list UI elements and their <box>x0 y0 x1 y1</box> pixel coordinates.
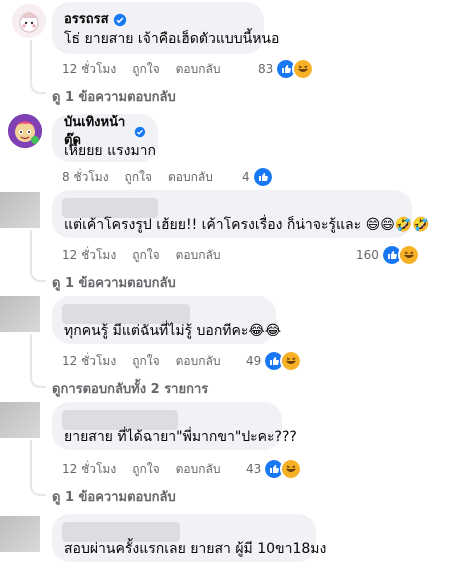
comment-bubble[interactable]: แต่เค้าโครงรูป เฮ้ยย!! เค้าโครงเรื่อง ก็… <box>52 190 430 238</box>
avatar[interactable] <box>0 192 40 228</box>
view-replies-link[interactable]: ดูการตอบกลับทั้ง 2 รายการ <box>52 378 208 399</box>
comment-time[interactable]: 12 ชั่วโมง <box>62 246 116 265</box>
comment-author[interactable]: อรรถรส <box>64 11 109 29</box>
reaction-count: 160 <box>356 248 379 262</box>
comment-actions: 12 ชั่วโมง ถูกใจ ตอบกลับ <box>62 460 220 479</box>
like-button[interactable]: ถูกใจ <box>132 60 159 79</box>
reply-thread-line <box>30 334 46 388</box>
comment-actions: 12 ชั่วโมง ถูกใจ ตอบกลับ <box>62 246 220 265</box>
haha-reaction-icon <box>280 350 303 372</box>
reaction-count: 49 <box>246 354 262 368</box>
reply-button[interactable]: ตอบกลับ <box>176 246 221 265</box>
reaction-summary[interactable]: 83 <box>258 58 315 80</box>
reaction-summary[interactable]: 49 <box>246 350 303 372</box>
reply-thread-line <box>30 40 46 94</box>
avatar[interactable] <box>0 516 40 552</box>
comment-text: เหี้ยยย แรงมาก <box>64 143 157 159</box>
avatar[interactable] <box>8 114 42 148</box>
haha-reaction-icon <box>397 244 420 266</box>
reply-button[interactable]: ตอบกลับ <box>176 352 221 371</box>
comment-time[interactable]: 12 ชั่วโมง <box>62 352 116 371</box>
reply-button[interactable]: ตอบกลับ <box>168 168 213 187</box>
reply-button[interactable]: ตอบกลับ <box>176 60 221 79</box>
like-button[interactable]: ถูกใจ <box>132 352 159 371</box>
reaction-count: 83 <box>258 62 274 76</box>
comment-author-blurred[interactable] <box>62 410 178 430</box>
comment-bubble[interactable]: สอบผ่านครั้งแรกเลย ยายสา ผู้มี 10ขา18มง <box>52 514 326 562</box>
comment-text: ทุกคนรู้ มีแต่ฉันที่ไม่รู้ บอกทีคะ😂😂 <box>64 323 282 339</box>
like-reaction-icon <box>251 166 274 188</box>
comment-time[interactable]: 12 ชั่วโมง <box>62 60 116 79</box>
avatar[interactable] <box>12 4 46 38</box>
comment-author-blurred[interactable] <box>62 522 180 542</box>
haha-reaction-icon <box>292 58 315 80</box>
comment-actions: 12 ชั่วโมง ถูกใจ ตอบกลับ <box>62 352 220 371</box>
like-button[interactable]: ถูกใจ <box>132 460 159 479</box>
comment-time[interactable]: 12 ชั่วโมง <box>62 460 116 479</box>
reaction-summary[interactable]: 160 <box>356 244 420 266</box>
avatar[interactable] <box>0 402 40 438</box>
comment-text: แต่เค้าโครงรูป เฮ้ยย!! เค้าโครงเรื่อง ก็… <box>64 217 430 233</box>
like-button[interactable]: ถูกใจ <box>125 168 152 187</box>
view-replies-link[interactable]: ดู 1 ข้อความตอบกลับ <box>52 272 176 293</box>
reaction-summary[interactable]: 43 <box>246 458 303 480</box>
avatar-illustration-icon <box>12 4 46 38</box>
verified-badge-icon <box>134 126 146 138</box>
reaction-count: 43 <box>246 462 262 476</box>
haha-reaction-icon <box>280 458 303 480</box>
comment-bubble[interactable]: ยายสาย ที่ได้ฉายา"พี่มากขา"ปะคะ??? <box>52 402 297 450</box>
avatar[interactable] <box>0 296 40 332</box>
comment-text: โธ่ ยายสาย เจ้าคือเฮ็ดตัวแบบนี้หนอ <box>64 31 280 47</box>
comment-actions: 8 ชั่วโมง ถูกใจ ตอบกลับ <box>62 168 213 187</box>
view-replies-link[interactable]: ดู 1 ข้อความตอบกลับ <box>52 486 176 507</box>
reply-thread-line <box>30 230 46 282</box>
like-button[interactable]: ถูกใจ <box>132 246 159 265</box>
reply-button[interactable]: ตอบกลับ <box>176 460 221 479</box>
verified-badge-icon <box>113 13 126 27</box>
comment-author-blurred[interactable] <box>62 198 158 218</box>
comment-actions: 12 ชั่วโมง ถูกใจ ตอบกลับ <box>62 60 220 79</box>
reaction-summary[interactable]: 4 <box>242 166 274 188</box>
comment-bubble[interactable]: อรรถรส โธ่ ยายสาย เจ้าคือเฮ็ดตัวแบบนี้หน… <box>52 2 280 54</box>
comment-bubble[interactable]: ทุกคนรู้ มีแต่ฉันที่ไม่รู้ บอกทีคะ😂😂 <box>52 296 281 344</box>
reply-thread-line <box>30 440 46 496</box>
comment-text: ยายสาย ที่ได้ฉายา"พี่มากขา"ปะคะ??? <box>64 429 297 445</box>
reaction-count: 4 <box>242 170 250 184</box>
comment-text: สอบผ่านครั้งแรกเลย ยายสา ผู้มี 10ขา18มง <box>64 541 327 557</box>
view-replies-link[interactable]: ดู 1 ข้อความตอบกลับ <box>52 86 176 107</box>
comment-bubble[interactable]: บันเทิงหน้าตุ๊ด เหี้ยยย แรงมาก <box>52 114 158 162</box>
comment-time[interactable]: 8 ชั่วโมง <box>62 168 109 187</box>
comment-author-blurred[interactable] <box>62 304 190 324</box>
avatar-illustration-icon <box>8 114 42 148</box>
